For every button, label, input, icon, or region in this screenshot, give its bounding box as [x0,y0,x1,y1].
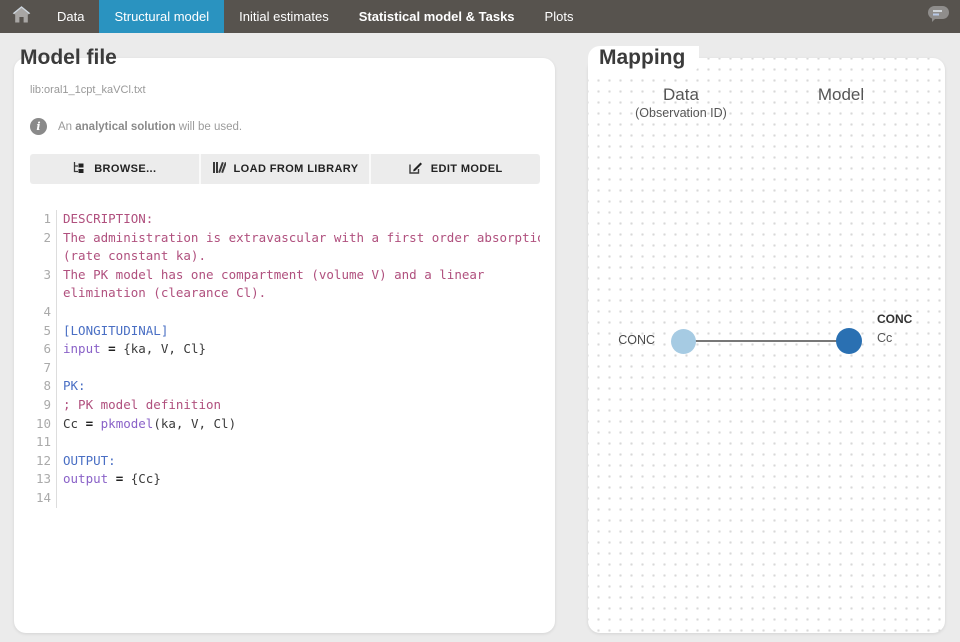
line-number: 7 [30,359,56,378]
info-icon: i [30,118,47,135]
edit-model-button[interactable]: EDIT MODEL [369,154,540,184]
mapping-data-column-header: Data (Observation ID) [616,85,746,120]
tab-data[interactable]: Data [42,0,99,33]
model-file-actions: BROWSE... LOAD FROM LIBRARY [30,154,540,184]
model-output-node[interactable] [836,328,862,354]
code-line-text: The PK model has one compartment (volume… [56,266,540,285]
browse-button-label: BROWSE... [94,163,156,175]
line-number: 2 [30,229,56,248]
model-observation-name: CONC [877,312,912,326]
data-column-sublabel: (Observation ID) [616,106,746,120]
line-number: 8 [30,377,56,396]
code-line-text: OUTPUT: [56,452,540,471]
code-line-text: ; PK model definition [56,396,540,415]
code-line: 4 [30,303,540,322]
code-line: 14 [30,489,540,508]
model-file-panel: Model file lib:oral1_1cpt_kaVCl.txt i An… [14,58,555,633]
tab-statistical-model-tasks[interactable]: Statistical model & Tasks [344,0,530,33]
mapping-panel: Mapping Data (Observation ID) Model CONC… [588,58,945,633]
code-line-text: PK: [56,377,540,396]
code-line-text [56,489,540,508]
feedback-button[interactable] [916,0,960,33]
top-navbar: Data Structural model Initial estimates … [0,0,960,33]
model-code-editor[interactable]: 1DESCRIPTION:2The administration is extr… [30,210,540,508]
code-line: 6input = {ka, V, Cl} [30,340,540,359]
line-number: 10 [30,415,56,434]
code-line-text [56,359,540,378]
tab-initial-estimates[interactable]: Initial estimates [224,0,344,33]
file-tree-icon [72,161,86,177]
code-line: 5[LONGITUDINAL] [30,322,540,341]
library-icon [212,161,226,177]
line-number: 6 [30,340,56,359]
home-icon [12,6,31,28]
data-column-label: Data [616,85,746,105]
load-from-library-button-label: LOAD FROM LIBRARY [234,163,359,175]
model-info-row: i An analytical solution will be used. [30,118,540,135]
code-line-text: DESCRIPTION: [56,210,540,229]
model-filename: lib:oral1_1cpt_kaVCl.txt [30,84,540,96]
code-line: 12OUTPUT: [30,452,540,471]
mapping-connector-line [683,340,849,342]
home-button[interactable] [0,0,42,33]
code-line: 8PK: [30,377,540,396]
line-number: 12 [30,452,56,471]
line-number [30,247,56,266]
code-line: 7 [30,359,540,378]
code-line: 10Cc = pkmodel(ka, V, Cl) [30,415,540,434]
data-observation-label: CONC [596,333,655,347]
model-column-label: Model [786,85,896,105]
browse-button[interactable]: BROWSE... [30,154,199,184]
chat-bubble-icon [927,5,950,28]
code-line-text: elimination (clearance Cl). [56,284,540,303]
code-line: 9; PK model definition [30,396,540,415]
line-number: 4 [30,303,56,322]
code-line-text [56,433,540,452]
line-number: 3 [30,266,56,285]
tab-plots[interactable]: Plots [530,0,589,33]
load-from-library-button[interactable]: LOAD FROM LIBRARY [199,154,370,184]
model-output-name: Cc [877,331,912,345]
model-file-title: Model file [20,46,117,70]
line-number [30,284,56,303]
code-line: 1DESCRIPTION: [30,210,540,229]
edit-model-button-label: EDIT MODEL [431,163,503,175]
data-observation-node[interactable] [671,329,696,354]
line-number: 5 [30,322,56,341]
code-line-text: The administration is extravascular with… [56,229,540,248]
line-number: 14 [30,489,56,508]
line-number: 11 [30,433,56,452]
code-line: (rate constant ka). [30,247,540,266]
code-line: 3The PK model has one compartment (volum… [30,266,540,285]
line-number: 9 [30,396,56,415]
code-line-text: output = {Cc} [56,470,540,489]
code-line: 13output = {Cc} [30,470,540,489]
navbar-spacer [588,0,916,33]
code-line: elimination (clearance Cl). [30,284,540,303]
line-number: 1 [30,210,56,229]
edit-pencil-icon [409,161,423,177]
code-line: 2The administration is extravascular wit… [30,229,540,248]
mapping-model-column-header: Model [786,85,896,105]
code-line-text: input = {ka, V, Cl} [56,340,540,359]
model-output-labels: CONC Cc [877,312,912,345]
mapping-title: Mapping [588,46,699,73]
line-number: 13 [30,470,56,489]
code-line-text [56,303,540,322]
code-line-text: Cc = pkmodel(ka, V, Cl) [56,415,540,434]
code-line-text: [LONGITUDINAL] [56,322,540,341]
code-line-text: (rate constant ka). [56,247,540,266]
code-line: 11 [30,433,540,452]
analytical-solution-note: An analytical solution will be used. [58,121,242,133]
tab-structural-model[interactable]: Structural model [99,0,224,33]
